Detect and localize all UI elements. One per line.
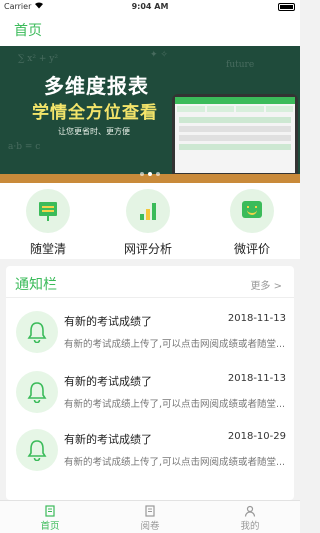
chalk-doodle: ∑ x² + y²: [18, 54, 58, 64]
quick-action-label: 网评分析: [123, 242, 172, 256]
bar-chart-icon: [126, 189, 170, 233]
smile-chat-icon: [230, 189, 274, 233]
bell-icon: [16, 429, 58, 471]
banner-carousel[interactable]: ∑ x² + y² future a·b = c ✦ ✧ 多维度报表 学情全方位…: [0, 46, 300, 183]
chalk-doodle: a·b = c: [8, 142, 41, 152]
quick-action-suitangqing[interactable]: 随堂清: [8, 189, 88, 257]
quick-actions: 随堂清 网评分析 微评价: [0, 183, 300, 259]
notice-item[interactable]: 有新的考试成绩了 2018-11-13 有新的考试成绩上传了,可以点击网阅成绩或…: [6, 306, 294, 364]
notice-panel: 通知栏 更多 > 有新的考试成绩了 2018-11-13 有新的考试成绩上传了,…: [6, 266, 294, 500]
tab-bar: 首页 阅卷 我的: [0, 500, 300, 533]
notice-header: 通知栏 更多 >: [6, 266, 294, 298]
home-icon: [45, 505, 55, 517]
notice-item-title: 有新的考试成绩了: [64, 315, 152, 328]
banner-subheadline: 学情全方位查看: [32, 103, 158, 123]
notice-item-date: 2018-11-13: [227, 313, 286, 324]
tab-label: 阅卷: [140, 521, 160, 532]
carousel-dot[interactable]: [140, 172, 144, 176]
battery-icon: [278, 3, 295, 11]
notice-title: 通知栏: [15, 277, 57, 293]
notice-item-date: 2018-10-29: [227, 431, 286, 442]
page-title: 首页: [14, 23, 42, 39]
notice-item-desc: 有新的考试成绩上传了,可以点击网阅成绩或者随堂...: [64, 339, 286, 350]
document-icon: [145, 505, 155, 517]
quick-action-label: 随堂清: [29, 242, 66, 256]
notice-item-title: 有新的考试成绩了: [64, 433, 152, 446]
tab-grading[interactable]: 阅卷: [120, 505, 180, 532]
status-bar: Carrier 9:04 AM: [0, 0, 300, 14]
carousel-dot[interactable]: [148, 172, 152, 176]
nav-bar: 首页: [0, 14, 300, 46]
more-link[interactable]: 更多 >: [250, 277, 282, 292]
tab-home[interactable]: 首页: [20, 505, 80, 532]
banner-headline: 多维度报表: [44, 74, 149, 98]
notice-item-desc: 有新的考试成绩上传了,可以点击网阅成绩或者随堂...: [64, 399, 286, 410]
tab-profile[interactable]: 我的: [220, 505, 280, 532]
notice-item-title: 有新的考试成绩了: [64, 375, 152, 388]
carousel-dot[interactable]: [156, 172, 160, 176]
quick-action-label: 微评价: [233, 242, 270, 256]
notice-item[interactable]: 有新的考试成绩了 2018-10-29 有新的考试成绩上传了,可以点击网阅成绩或…: [6, 424, 294, 482]
person-icon: [244, 505, 256, 517]
bell-icon: [16, 311, 58, 353]
notice-item-date: 2018-11-13: [227, 373, 286, 384]
phone-mockup: [172, 94, 298, 176]
quick-action-wangping[interactable]: 网评分析: [108, 189, 188, 257]
tab-label: 首页: [40, 521, 60, 532]
notice-item[interactable]: 有新的考试成绩了 2018-11-13 有新的考试成绩上传了,可以点击网阅成绩或…: [6, 366, 294, 424]
quick-action-weipingjia[interactable]: 微评价: [212, 189, 292, 257]
banner-tagline: 让您更省时、更方便: [58, 127, 130, 136]
carousel-indicator[interactable]: [0, 172, 300, 176]
notice-item-desc: 有新的考试成绩上传了,可以点击网阅成绩或者随堂...: [64, 457, 286, 468]
blackboard-icon: [26, 189, 70, 233]
bell-icon: [16, 371, 58, 413]
chalk-doodle: future: [226, 60, 255, 70]
tab-label: 我的: [240, 521, 260, 532]
clock: 9:04 AM: [131, 2, 169, 11]
chalk-doodle: ✦ ✧: [150, 50, 168, 60]
